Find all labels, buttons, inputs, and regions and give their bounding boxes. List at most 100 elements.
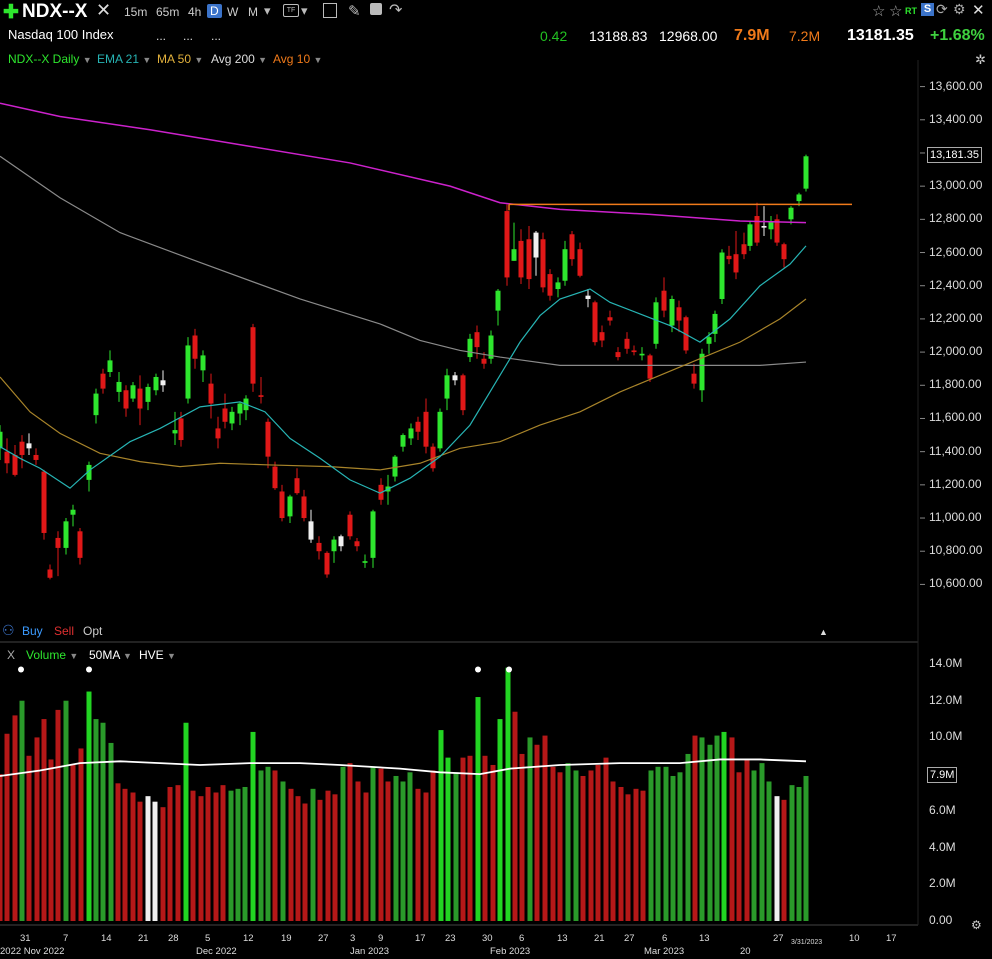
volume-bar [610, 781, 616, 921]
candle-body [599, 332, 605, 341]
volume-bar [475, 697, 481, 921]
candle-body [153, 376, 159, 391]
volume-legend-label: Volume [26, 648, 67, 662]
sell-button[interactable]: Sell [54, 624, 74, 638]
volume-bar [603, 757, 609, 921]
volume-bar [86, 691, 92, 921]
volume-bar [542, 735, 548, 921]
candle-body [585, 295, 591, 299]
volume-bar [152, 801, 158, 921]
chart-canvas[interactable] [0, 0, 992, 959]
volume-bar [663, 766, 669, 921]
volume-axis-label: 14.0M [929, 656, 963, 670]
date-axis-label: 13 [699, 933, 710, 944]
price-axis-label: 12,800.00 [929, 211, 983, 226]
date-axis-label: 19 [281, 933, 292, 944]
volume-bar [310, 788, 316, 921]
volume-axis-label: 4.0M [929, 839, 956, 854]
volume-bar [48, 759, 54, 921]
volume-bar [527, 737, 533, 921]
candle-body [653, 302, 659, 344]
volume-bar [505, 667, 511, 921]
settings-small-icon[interactable]: ⚙ [971, 918, 982, 932]
last-volume-label: 7.9M [927, 766, 958, 783]
chevron-down-icon[interactable]: ▼ [167, 651, 176, 661]
volume-bar [512, 711, 518, 921]
volume-bar [430, 770, 436, 921]
candle-body [533, 232, 539, 258]
candle-body [272, 466, 278, 489]
candle-body [761, 225, 767, 228]
volume-axis-label: 0.00 [929, 913, 953, 927]
volume-bar [781, 799, 787, 921]
candle-body [63, 521, 69, 548]
price-axis-label: 12,400.00 [929, 277, 983, 292]
candle-body [460, 375, 466, 411]
candle-body [200, 355, 206, 371]
candle-body [719, 252, 725, 299]
candle-body [741, 244, 747, 255]
volume-bar [633, 788, 639, 921]
ema21-line [0, 245, 807, 494]
candle-body [265, 421, 271, 457]
volume-axis-label: 6.0M [929, 802, 956, 817]
volume-bar [736, 772, 742, 921]
volume-bar [160, 807, 166, 921]
candle-body [316, 542, 322, 552]
date-axis-label: 9 [378, 933, 384, 944]
volume-bar [183, 722, 189, 921]
candle-body [370, 511, 376, 558]
volume-bar [190, 790, 196, 921]
opt-button[interactable]: Opt [83, 624, 102, 638]
volume-bar [497, 719, 503, 921]
candle-body [41, 471, 47, 533]
candle-body [726, 255, 732, 260]
date-axis-label: 3 [350, 933, 356, 944]
volume-bar [325, 790, 331, 921]
candle-body [26, 443, 32, 449]
candle-body [781, 244, 787, 260]
volume-bar [774, 796, 780, 921]
candle-body [77, 531, 83, 558]
date-axis-label: 6 [519, 933, 525, 944]
candle-body [526, 239, 532, 280]
candle-body [747, 224, 753, 246]
candle-body [577, 249, 583, 276]
volume-bar [34, 737, 40, 921]
trade-binoculars-icon[interactable]: ⚇ [2, 622, 15, 639]
candle-body [540, 239, 546, 288]
volume-bar [467, 755, 473, 921]
volume-bar [648, 770, 654, 921]
candle-body [107, 360, 113, 373]
candle-body [250, 327, 256, 384]
candle-body [615, 352, 621, 358]
candle-body [70, 509, 76, 515]
volume-legend[interactable]: Volume ▼ [26, 648, 78, 662]
hve-legend[interactable]: HVE ▼ [139, 648, 176, 662]
volume-ma-line [0, 758, 807, 777]
buy-button[interactable]: Buy [22, 624, 43, 638]
candle-body [669, 298, 675, 326]
date-axis-label: Mar 2023 [644, 946, 685, 957]
price-axis-label: 12,600.00 [929, 244, 983, 259]
chevron-down-icon[interactable]: ▼ [123, 651, 132, 661]
volume-bar [677, 772, 683, 921]
collapse-up-icon[interactable]: ▲ [819, 627, 828, 637]
candle-body [229, 411, 235, 424]
chevron-down-icon[interactable]: ▼ [69, 651, 78, 661]
candle-body [423, 411, 429, 447]
volume-bar [385, 781, 391, 921]
candle-body [796, 194, 802, 202]
price-axis-label: 13,600.00 [929, 78, 983, 93]
candle-body [481, 358, 487, 364]
volume-bar [729, 737, 735, 921]
volume-close-button[interactable]: X [7, 648, 15, 662]
candle-body [518, 240, 524, 278]
volume-bar [759, 763, 765, 921]
volume-bar [70, 764, 76, 921]
date-axis-label: 5 [205, 933, 211, 944]
candle-body [294, 478, 300, 494]
volume-ma-legend[interactable]: 50MA ▼ [89, 648, 132, 662]
date-axis-label: 27 [773, 933, 784, 944]
volume-bar [423, 792, 429, 921]
